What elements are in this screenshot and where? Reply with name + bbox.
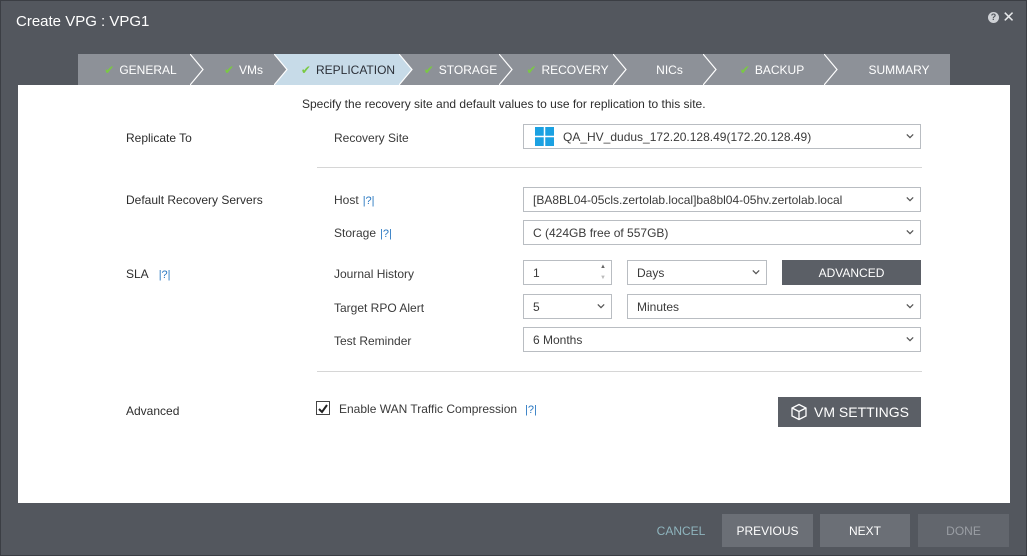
rpo-unit-select[interactable]: Minutes	[627, 294, 921, 319]
check-icon: ✔	[300, 62, 311, 77]
storage-label: Storage |?|	[334, 226, 392, 240]
vm-settings-label: VM SETTINGS	[814, 404, 909, 420]
step-storage[interactable]: ✔ STORAGE	[399, 54, 512, 85]
spinner-up-icon[interactable]: ▲	[597, 263, 609, 271]
done-button[interactable]: DONE	[918, 514, 1009, 547]
close-icon[interactable]: ✕	[1002, 8, 1015, 26]
step-nics-label: NICs	[656, 62, 683, 77]
rpo-value: 5	[533, 299, 540, 314]
host-select[interactable]: [BA8BL04-05cls.zertolab.local]ba8bl04-05…	[523, 187, 921, 212]
step-replication-label: REPLICATION	[315, 62, 396, 77]
section-replicate-to: Replicate To	[126, 131, 192, 145]
recovery-site-label: Recovery Site	[334, 131, 409, 145]
step-backup-label: BACKUP	[754, 62, 805, 77]
target-rpo-label: Target RPO Alert	[334, 301, 425, 315]
journal-history-value: 1	[533, 265, 540, 280]
check-icon: ✔	[526, 62, 537, 77]
journal-spinner[interactable]: ▲ ▼	[597, 263, 609, 282]
section-default-recovery-servers: Default Recovery Servers	[126, 193, 263, 207]
chevron-down-icon	[906, 303, 914, 309]
step-summary[interactable]: SUMMARY	[824, 54, 950, 85]
section-sla: SLA |?|	[126, 267, 171, 281]
host-label: Host |?|	[334, 193, 375, 207]
step-recovery[interactable]: ✔ RECOVERY	[499, 54, 626, 85]
chevron-down-icon	[752, 269, 760, 275]
intro-text: Specify the recovery site and default va…	[302, 97, 706, 111]
check-icon: ✔	[423, 62, 434, 77]
test-reminder-label: Test Reminder	[334, 334, 412, 348]
windows-icon	[535, 127, 554, 146]
dialog-titlebar: Create VPG : VPG1 ? ✕	[1, 1, 1026, 43]
create-vpg-dialog: Create VPG : VPG1 ? ✕ ✔ GENERAL ✔ VMs ✔ REP…	[0, 0, 1027, 556]
chevron-down-icon	[906, 336, 914, 342]
journal-unit-value: Days	[637, 265, 665, 280]
wan-compression-checkbox[interactable]	[316, 401, 330, 415]
check-icon: ✔	[104, 62, 115, 77]
step-summary-label: SUMMARY	[868, 62, 930, 77]
cancel-button[interactable]: CANCEL	[639, 514, 723, 547]
chevron-down-icon	[906, 229, 914, 235]
step-general[interactable]: ✔ GENERAL	[78, 54, 203, 85]
rpo-unit-value: Minutes	[637, 299, 680, 314]
cube-icon	[791, 403, 807, 421]
wan-help-link[interactable]: |?|	[525, 404, 537, 416]
content-panel: Specify the recovery site and default va…	[18, 85, 1010, 503]
step-replication[interactable]: ✔ REPLICATION	[274, 54, 412, 85]
recovery-site-value: QA_HV_dudus_172.20.128.49(172.20.128.49)	[563, 129, 812, 144]
test-reminder-select[interactable]: 6 Months	[523, 327, 921, 352]
sla-help-link[interactable]: |?|	[159, 269, 171, 281]
step-recovery-label: RECOVERY	[541, 62, 609, 77]
chevron-down-icon	[597, 303, 605, 309]
divider	[317, 167, 922, 168]
step-backup[interactable]: ✔ BACKUP	[703, 54, 837, 85]
spinner-down-icon[interactable]: ▼	[597, 274, 609, 282]
dialog-title: Create VPG : VPG1	[16, 13, 150, 30]
journal-history-input[interactable]: 1 ▲ ▼	[523, 260, 612, 285]
divider	[317, 371, 922, 372]
previous-button[interactable]: PREVIOUS	[722, 514, 813, 547]
step-general-label: GENERAL	[119, 62, 177, 77]
storage-help-link[interactable]: |?|	[380, 228, 392, 240]
host-help-link[interactable]: |?|	[363, 195, 375, 207]
checkmark-icon	[318, 404, 328, 414]
step-vms-label: VMs	[239, 62, 264, 77]
step-vms[interactable]: ✔ VMs	[190, 54, 287, 85]
vm-settings-button[interactable]: VM SETTINGS	[778, 397, 921, 427]
step-nics[interactable]: NICs	[613, 54, 716, 85]
next-button[interactable]: NEXT	[820, 514, 910, 547]
recovery-site-select[interactable]: QA_HV_dudus_172.20.128.49(172.20.128.49)	[523, 124, 921, 149]
step-storage-label: STORAGE	[438, 62, 498, 77]
help-icon[interactable]: ?	[988, 12, 999, 23]
check-icon: ✔	[223, 62, 235, 77]
host-value: [BA8BL04-05cls.zertolab.local]ba8bl04-05…	[533, 192, 843, 207]
advanced-button[interactable]: ADVANCED	[782, 260, 921, 285]
chevron-down-icon	[906, 133, 914, 139]
storage-value: C (424GB free of 557GB)	[533, 225, 669, 240]
wan-compression-label: Enable WAN Traffic Compression |?|	[339, 402, 537, 416]
check-icon: ✔	[739, 62, 750, 77]
journal-unit-select[interactable]: Days	[627, 260, 767, 285]
section-advanced: Advanced	[126, 404, 180, 418]
rpo-value-select[interactable]: 5	[523, 294, 612, 319]
journal-history-label: Journal History	[334, 267, 415, 281]
storage-select[interactable]: C (424GB free of 557GB)	[523, 220, 921, 245]
wizard-steps: ✔ GENERAL ✔ VMs ✔ REPLICATION ✔ STORAGE ✔ REC…	[78, 54, 950, 85]
test-reminder-value: 6 Months	[533, 332, 583, 347]
chevron-down-icon	[906, 196, 914, 202]
